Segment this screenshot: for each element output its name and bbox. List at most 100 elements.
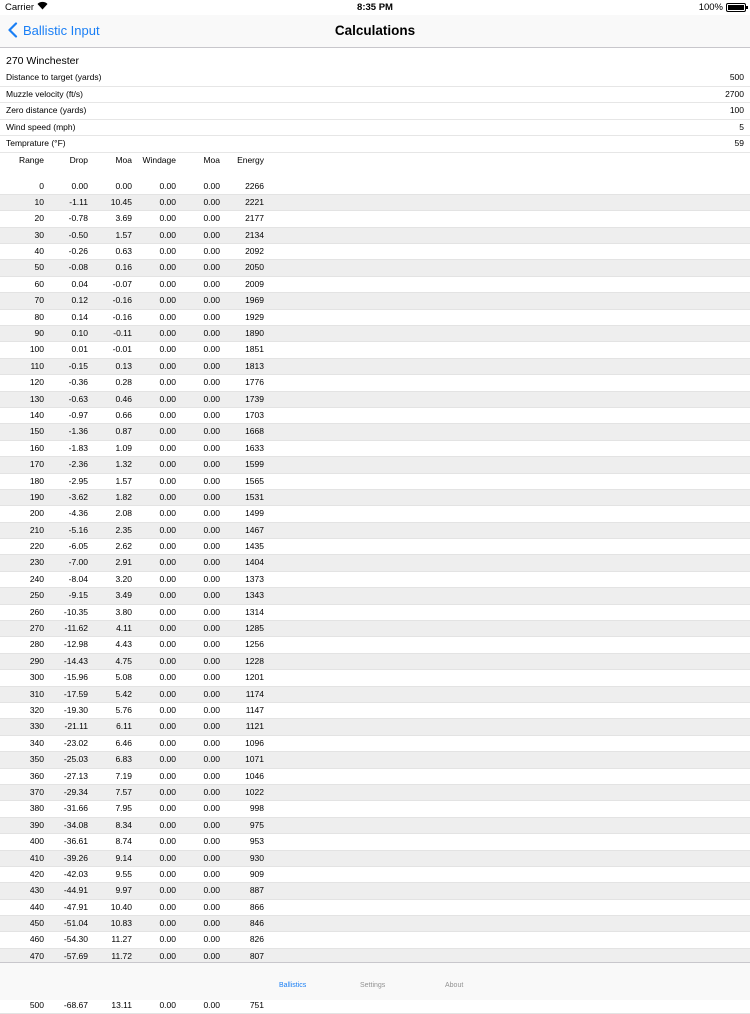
cell-drop-moa: 9.55 xyxy=(88,867,132,882)
cell-windage: 0.00 xyxy=(132,998,176,1013)
cell-windage-moa: 0.00 xyxy=(176,555,220,570)
table-row: 220-6.052.620.000.001435 xyxy=(0,539,750,555)
cell-drop-moa: 1.57 xyxy=(88,474,132,489)
cell-drop-moa: 9.97 xyxy=(88,883,132,898)
cell-windage-moa: 0.00 xyxy=(176,572,220,587)
table-row: 330-21.116.110.000.001121 xyxy=(0,719,750,735)
cell-drop-moa: 6.11 xyxy=(88,719,132,734)
cell-windage-moa: 0.00 xyxy=(176,801,220,816)
cell-drop: -15.96 xyxy=(44,670,88,685)
cell-drop-moa: 1.57 xyxy=(88,228,132,243)
cell-drop-moa: 2.62 xyxy=(88,539,132,554)
cell-drop: 0.00 xyxy=(44,179,88,194)
cell-windage: 0.00 xyxy=(132,883,176,898)
table-row: 170-2.361.320.000.001599 xyxy=(0,457,750,473)
cell-energy: 2177 xyxy=(220,211,264,226)
cell-energy: 2092 xyxy=(220,244,264,259)
cell-energy: 1228 xyxy=(220,654,264,669)
cartridge-name: 270 Winchester xyxy=(0,48,750,70)
table-row: 210-5.162.350.000.001467 xyxy=(0,523,750,539)
header-windage-moa: Moa xyxy=(176,153,220,177)
cell-windage-moa: 0.00 xyxy=(176,654,220,669)
cell-windage: 0.00 xyxy=(132,818,176,833)
cell-drop-moa: 4.11 xyxy=(88,621,132,636)
cell-drop: -2.95 xyxy=(44,474,88,489)
tab-bar: Ballistics Settings About xyxy=(0,962,750,1000)
cell-windage-moa: 0.00 xyxy=(176,736,220,751)
tab-ballistics[interactable]: Ballistics xyxy=(279,982,306,989)
cell-windage-moa: 0.00 xyxy=(176,883,220,898)
parameter-row: Zero distance (yards)100 xyxy=(0,103,750,120)
cell-drop: -8.04 xyxy=(44,572,88,587)
table-row: 280-12.984.430.000.001256 xyxy=(0,637,750,653)
cell-drop-moa: 5.08 xyxy=(88,670,132,685)
cell-windage-moa: 0.00 xyxy=(176,441,220,456)
cell-windage-moa: 0.00 xyxy=(176,408,220,423)
cell-energy: 1046 xyxy=(220,769,264,784)
cell-energy: 1929 xyxy=(220,310,264,325)
parameter-value: 59 xyxy=(735,136,744,152)
cell-windage-moa: 0.00 xyxy=(176,998,220,1013)
cell-drop: 0.10 xyxy=(44,326,88,341)
parameter-value: 5 xyxy=(739,120,744,136)
cell-windage: 0.00 xyxy=(132,555,176,570)
battery-percent: 100% xyxy=(699,2,723,13)
cell-range: 140 xyxy=(0,408,44,423)
tab-about[interactable]: About xyxy=(445,982,463,989)
cell-windage: 0.00 xyxy=(132,851,176,866)
cell-energy: 1096 xyxy=(220,736,264,751)
cell-energy: 998 xyxy=(220,801,264,816)
cell-drop: -23.02 xyxy=(44,736,88,751)
cell-range: 50 xyxy=(0,260,44,275)
cell-energy: 751 xyxy=(220,998,264,1013)
cell-energy: 846 xyxy=(220,916,264,931)
cell-range: 80 xyxy=(0,310,44,325)
parameter-label: Temprature (°F) xyxy=(6,136,66,152)
table-row: 390-34.088.340.000.00975 xyxy=(0,818,750,834)
cell-drop: -39.26 xyxy=(44,851,88,866)
table-row: 600.04-0.070.000.002009 xyxy=(0,277,750,293)
table-row: 50-0.080.160.000.002050 xyxy=(0,260,750,276)
cell-windage: 0.00 xyxy=(132,637,176,652)
cell-energy: 2266 xyxy=(220,179,264,194)
cell-range: 220 xyxy=(0,539,44,554)
table-row: 410-39.269.140.000.00930 xyxy=(0,851,750,867)
cell-drop: 0.12 xyxy=(44,293,88,308)
cell-drop-moa: 0.00 xyxy=(88,179,132,194)
cell-windage: 0.00 xyxy=(132,424,176,439)
table-row: 30-0.501.570.000.002134 xyxy=(0,228,750,244)
calculations-content: 270 Winchester Distance to target (yards… xyxy=(0,48,750,1014)
parameters-list: Distance to target (yards)500Muzzle velo… xyxy=(0,70,750,153)
cell-energy: 1739 xyxy=(220,392,264,407)
cell-windage: 0.00 xyxy=(132,474,176,489)
cell-energy: 1285 xyxy=(220,621,264,636)
table-row: 340-23.026.460.000.001096 xyxy=(0,736,750,752)
cell-windage-moa: 0.00 xyxy=(176,867,220,882)
cell-drop: -42.03 xyxy=(44,867,88,882)
cell-range: 410 xyxy=(0,851,44,866)
cell-drop: -0.78 xyxy=(44,211,88,226)
table-row: 1000.01-0.010.000.001851 xyxy=(0,342,750,358)
tab-settings[interactable]: Settings xyxy=(360,982,385,989)
table-row: 240-8.043.200.000.001373 xyxy=(0,572,750,588)
cell-drop-moa: 5.76 xyxy=(88,703,132,718)
cell-energy: 1531 xyxy=(220,490,264,505)
page-title: Calculations xyxy=(0,23,750,38)
cell-drop: -54.30 xyxy=(44,932,88,947)
cell-windage: 0.00 xyxy=(132,785,176,800)
cell-windage: 0.00 xyxy=(132,441,176,456)
cell-drop: -21.11 xyxy=(44,719,88,734)
cell-range: 320 xyxy=(0,703,44,718)
cell-energy: 1256 xyxy=(220,637,264,652)
cell-windage: 0.00 xyxy=(132,719,176,734)
cell-windage-moa: 0.00 xyxy=(176,834,220,849)
cell-range: 110 xyxy=(0,359,44,374)
cell-drop: -25.03 xyxy=(44,752,88,767)
cell-drop-moa: 7.57 xyxy=(88,785,132,800)
ballistics-table[interactable]: 00.000.000.000.00226610-1.1110.450.000.0… xyxy=(0,179,750,1014)
cell-drop: -27.13 xyxy=(44,769,88,784)
table-row: 900.10-0.110.000.001890 xyxy=(0,326,750,342)
cell-range: 210 xyxy=(0,523,44,538)
cell-windage: 0.00 xyxy=(132,228,176,243)
cell-drop-moa: 6.83 xyxy=(88,752,132,767)
